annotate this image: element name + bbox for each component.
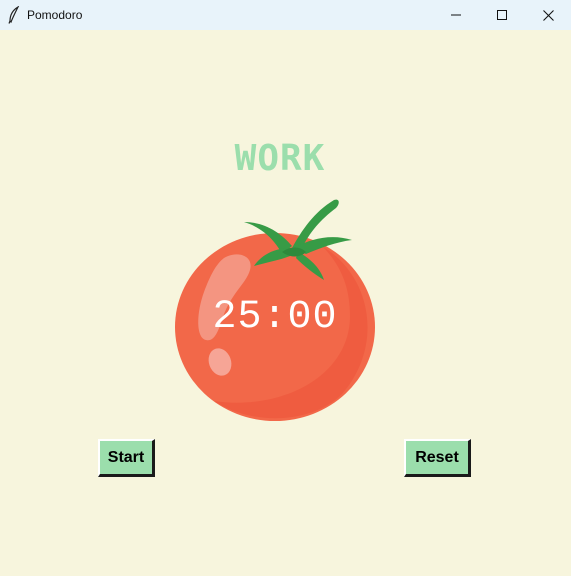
window-title: Pomodoro <box>27 8 83 22</box>
minimize-button[interactable] <box>433 0 479 30</box>
close-icon <box>542 9 554 21</box>
pomodoro-window: Pomodoro WORK 25:00 Start Reset <box>0 0 571 576</box>
title-bar[interactable]: Pomodoro <box>0 0 571 30</box>
minimize-icon <box>451 14 461 16</box>
maximize-button[interactable] <box>479 0 525 30</box>
mode-label: WORK <box>234 138 326 179</box>
maximize-icon <box>497 10 507 20</box>
feather-icon <box>8 6 20 24</box>
timer-display: 25:00 <box>212 295 338 340</box>
start-button[interactable]: Start <box>98 439 155 477</box>
reset-button[interactable]: Reset <box>404 439 471 477</box>
close-button[interactable] <box>525 0 571 30</box>
